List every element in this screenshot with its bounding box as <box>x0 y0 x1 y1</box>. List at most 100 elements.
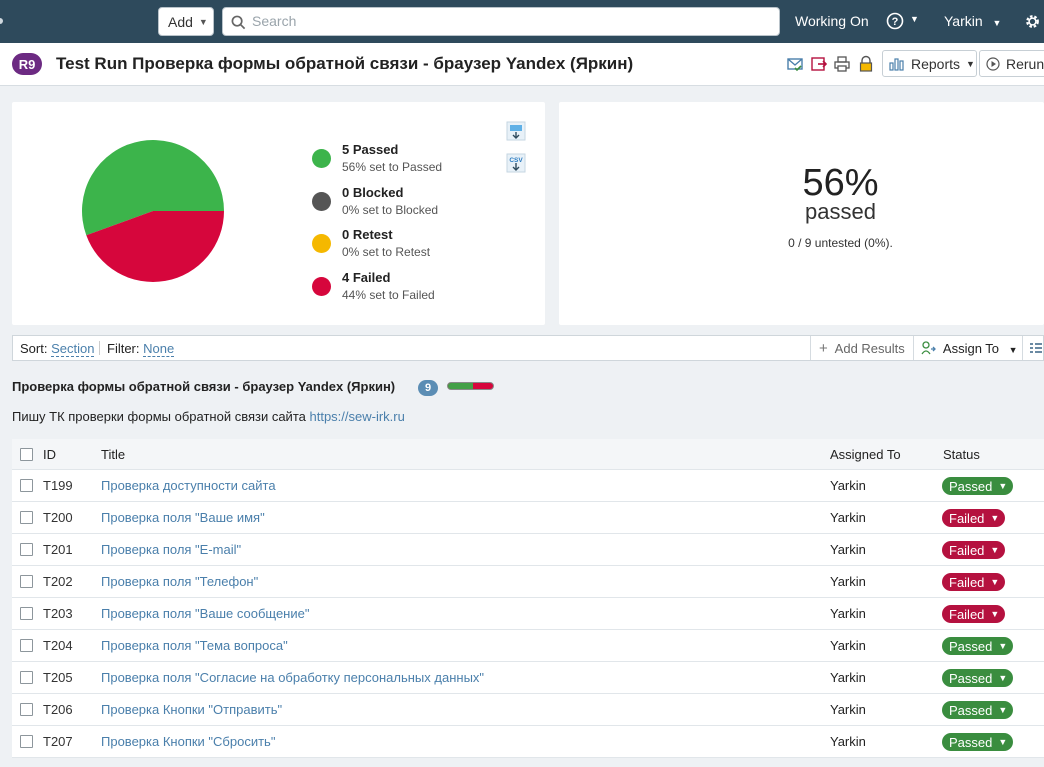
description-text: Пишу ТК проверки формы обратной связи са… <box>12 409 306 424</box>
reports-button[interactable]: Reports ▼ <box>882 50 977 77</box>
table-row[interactable]: T203 Проверка поля "Ваше сообщение" Yarkin… <box>12 598 1044 630</box>
sort-control[interactable]: Sort: Section <box>20 341 95 357</box>
test-id: T201 <box>43 542 73 557</box>
row-checkbox[interactable] <box>20 703 33 716</box>
status-dropdown[interactable]: Failed ▼ <box>942 509 1006 527</box>
chevron-down-icon: ▼ <box>910 14 919 24</box>
print-icon[interactable] <box>833 55 851 73</box>
row-checkbox[interactable] <box>20 511 33 524</box>
assigned-to: Yarkin <box>830 638 866 653</box>
gear-icon <box>1026 15 1039 28</box>
row-checkbox[interactable] <box>20 735 33 748</box>
table-row[interactable]: T206 Проверка Кнопки "Отправить" Yarkin Pas… <box>12 694 1044 726</box>
help-menu[interactable]: ? ▼ <box>886 12 919 33</box>
row-checkbox[interactable] <box>20 639 33 652</box>
test-id: T200 <box>43 510 73 525</box>
lock-icon[interactable] <box>857 55 875 73</box>
table-row[interactable]: T201 Проверка поля "E-mail" Yarkin Failed ▼ <box>12 534 1044 566</box>
table-row[interactable]: T202 Проверка поля "Телефон" Yarkin Failed ▼ <box>12 566 1044 598</box>
section-progress-bar <box>447 382 494 390</box>
table-row[interactable]: T200 Проверка поля "Ваше имя" Yarkin Failed… <box>12 502 1044 534</box>
divider <box>99 341 100 355</box>
test-title-link[interactable]: Проверка поля "Согласие на обработку пер… <box>101 670 484 685</box>
test-title-link[interactable]: Проверка поля "Тема вопроса" <box>101 638 288 653</box>
csv-download-icon: CSV <box>506 153 526 173</box>
test-title-link[interactable]: Проверка поля "Ваше сообщение" <box>101 606 309 621</box>
assign-to-button[interactable]: Assign To ▼ <box>921 341 1018 356</box>
status-dropdown[interactable]: Passed ▼ <box>942 637 1014 655</box>
table-row[interactable]: T207 Проверка Кнопки "Сбросить" Yarkin Pass… <box>12 726 1044 758</box>
row-checkbox[interactable] <box>20 575 33 588</box>
status-label: Failed <box>949 606 985 622</box>
test-id: T206 <box>43 702 73 717</box>
sort-value-link[interactable]: Section <box>51 341 95 357</box>
add-button[interactable]: Add ▼ <box>158 7 214 36</box>
chevron-down-icon: ▼ <box>198 16 208 27</box>
rerun-button[interactable]: Rerun <box>979 50 1044 77</box>
description-link[interactable]: https://sew-irk.ru <box>309 409 404 424</box>
chevron-down-icon: ▼ <box>990 545 1000 555</box>
legend-sublabel: 44% set to Failed <box>342 287 435 302</box>
status-dropdown[interactable]: Failed ▼ <box>942 541 1006 559</box>
table-row[interactable]: T205 Проверка поля "Согласие на обработку… <box>12 662 1044 694</box>
test-title-link[interactable]: Проверка Кнопки "Отправить" <box>101 702 282 717</box>
divider <box>913 336 914 360</box>
user-menu[interactable]: Yarkin ▼ <box>944 13 1001 29</box>
search-box[interactable] <box>222 7 780 36</box>
test-id: T205 <box>43 670 73 685</box>
status-pie-chart <box>82 140 225 283</box>
column-header-title[interactable]: Title <box>101 447 125 462</box>
status-dropdown[interactable]: Failed ▼ <box>942 605 1006 623</box>
status-dropdown[interactable]: Passed ▼ <box>942 733 1014 751</box>
row-checkbox[interactable] <box>20 543 33 556</box>
close-run-icon[interactable] <box>810 55 828 73</box>
test-id: T204 <box>43 638 73 653</box>
test-title-link[interactable]: Проверка поля "E-mail" <box>101 542 241 557</box>
svg-text:CSV: CSV <box>509 157 523 164</box>
page-header: R9 Test Run Проверка формы обратной связ… <box>0 43 1044 86</box>
chevron-down-icon: ▼ <box>998 737 1008 747</box>
legend-color-dot <box>312 276 331 296</box>
sort-label: Sort: <box>20 341 48 356</box>
export-csv-button[interactable]: CSV <box>505 152 527 174</box>
assigned-to: Yarkin <box>830 670 866 685</box>
assigned-to: Yarkin <box>830 606 866 621</box>
column-header-status[interactable]: Status <box>943 447 980 462</box>
test-title-link[interactable]: Проверка доступности сайта <box>101 478 276 493</box>
chevron-down-icon: ▼ <box>966 58 975 69</box>
passed-label: passed <box>805 199 876 224</box>
chevron-down-icon: ▼ <box>998 673 1008 683</box>
section-title: Проверка формы обратной связи - браузер … <box>12 379 396 394</box>
row-checkbox[interactable] <box>20 671 33 684</box>
add-results-button[interactable]: + Add Results <box>819 341 905 356</box>
email-icon[interactable] <box>786 55 804 73</box>
filter-value-link[interactable]: None <box>143 341 175 357</box>
working-on-link[interactable]: Working On <box>795 13 869 29</box>
test-title-link[interactable]: Проверка поля "Ваше имя" <box>101 510 265 525</box>
test-id: T199 <box>43 478 73 493</box>
chevron-down-icon: ▼ <box>992 18 1002 28</box>
select-all-checkbox[interactable] <box>20 448 33 461</box>
legend-label: 0 Blocked <box>342 184 404 200</box>
search-input[interactable] <box>252 13 752 29</box>
settings-button[interactable] <box>1024 13 1041 33</box>
section-count-badge: 9 <box>418 380 438 396</box>
test-title-link[interactable]: Проверка поля "Телефон" <box>101 574 258 589</box>
export-image-button[interactable] <box>505 120 527 142</box>
test-title-link[interactable]: Проверка Кнопки "Сбросить" <box>101 734 275 749</box>
column-header-id[interactable]: ID <box>43 447 56 462</box>
play-icon <box>986 56 1000 71</box>
status-dropdown[interactable]: Passed ▼ <box>942 477 1014 495</box>
table-row[interactable]: T204 Проверка поля "Тема вопроса" Yarkin Pa… <box>12 630 1044 662</box>
status-dropdown[interactable]: Passed ▼ <box>942 669 1014 687</box>
status-dropdown[interactable]: Failed ▼ <box>942 573 1006 591</box>
status-dropdown[interactable]: Passed ▼ <box>942 701 1014 719</box>
sidebar-toggle-handle[interactable] <box>0 18 3 24</box>
table-row[interactable]: T199 Проверка доступности сайта Yarkin Pass… <box>12 470 1044 502</box>
legend-label: 5 Passed <box>342 142 399 157</box>
column-header-assigned-to[interactable]: Assigned To <box>830 447 901 462</box>
column-settings-button[interactable] <box>1030 342 1042 357</box>
row-checkbox[interactable] <box>20 479 33 492</box>
row-checkbox[interactable] <box>20 607 33 620</box>
filter-control[interactable]: Filter: None <box>107 341 175 357</box>
